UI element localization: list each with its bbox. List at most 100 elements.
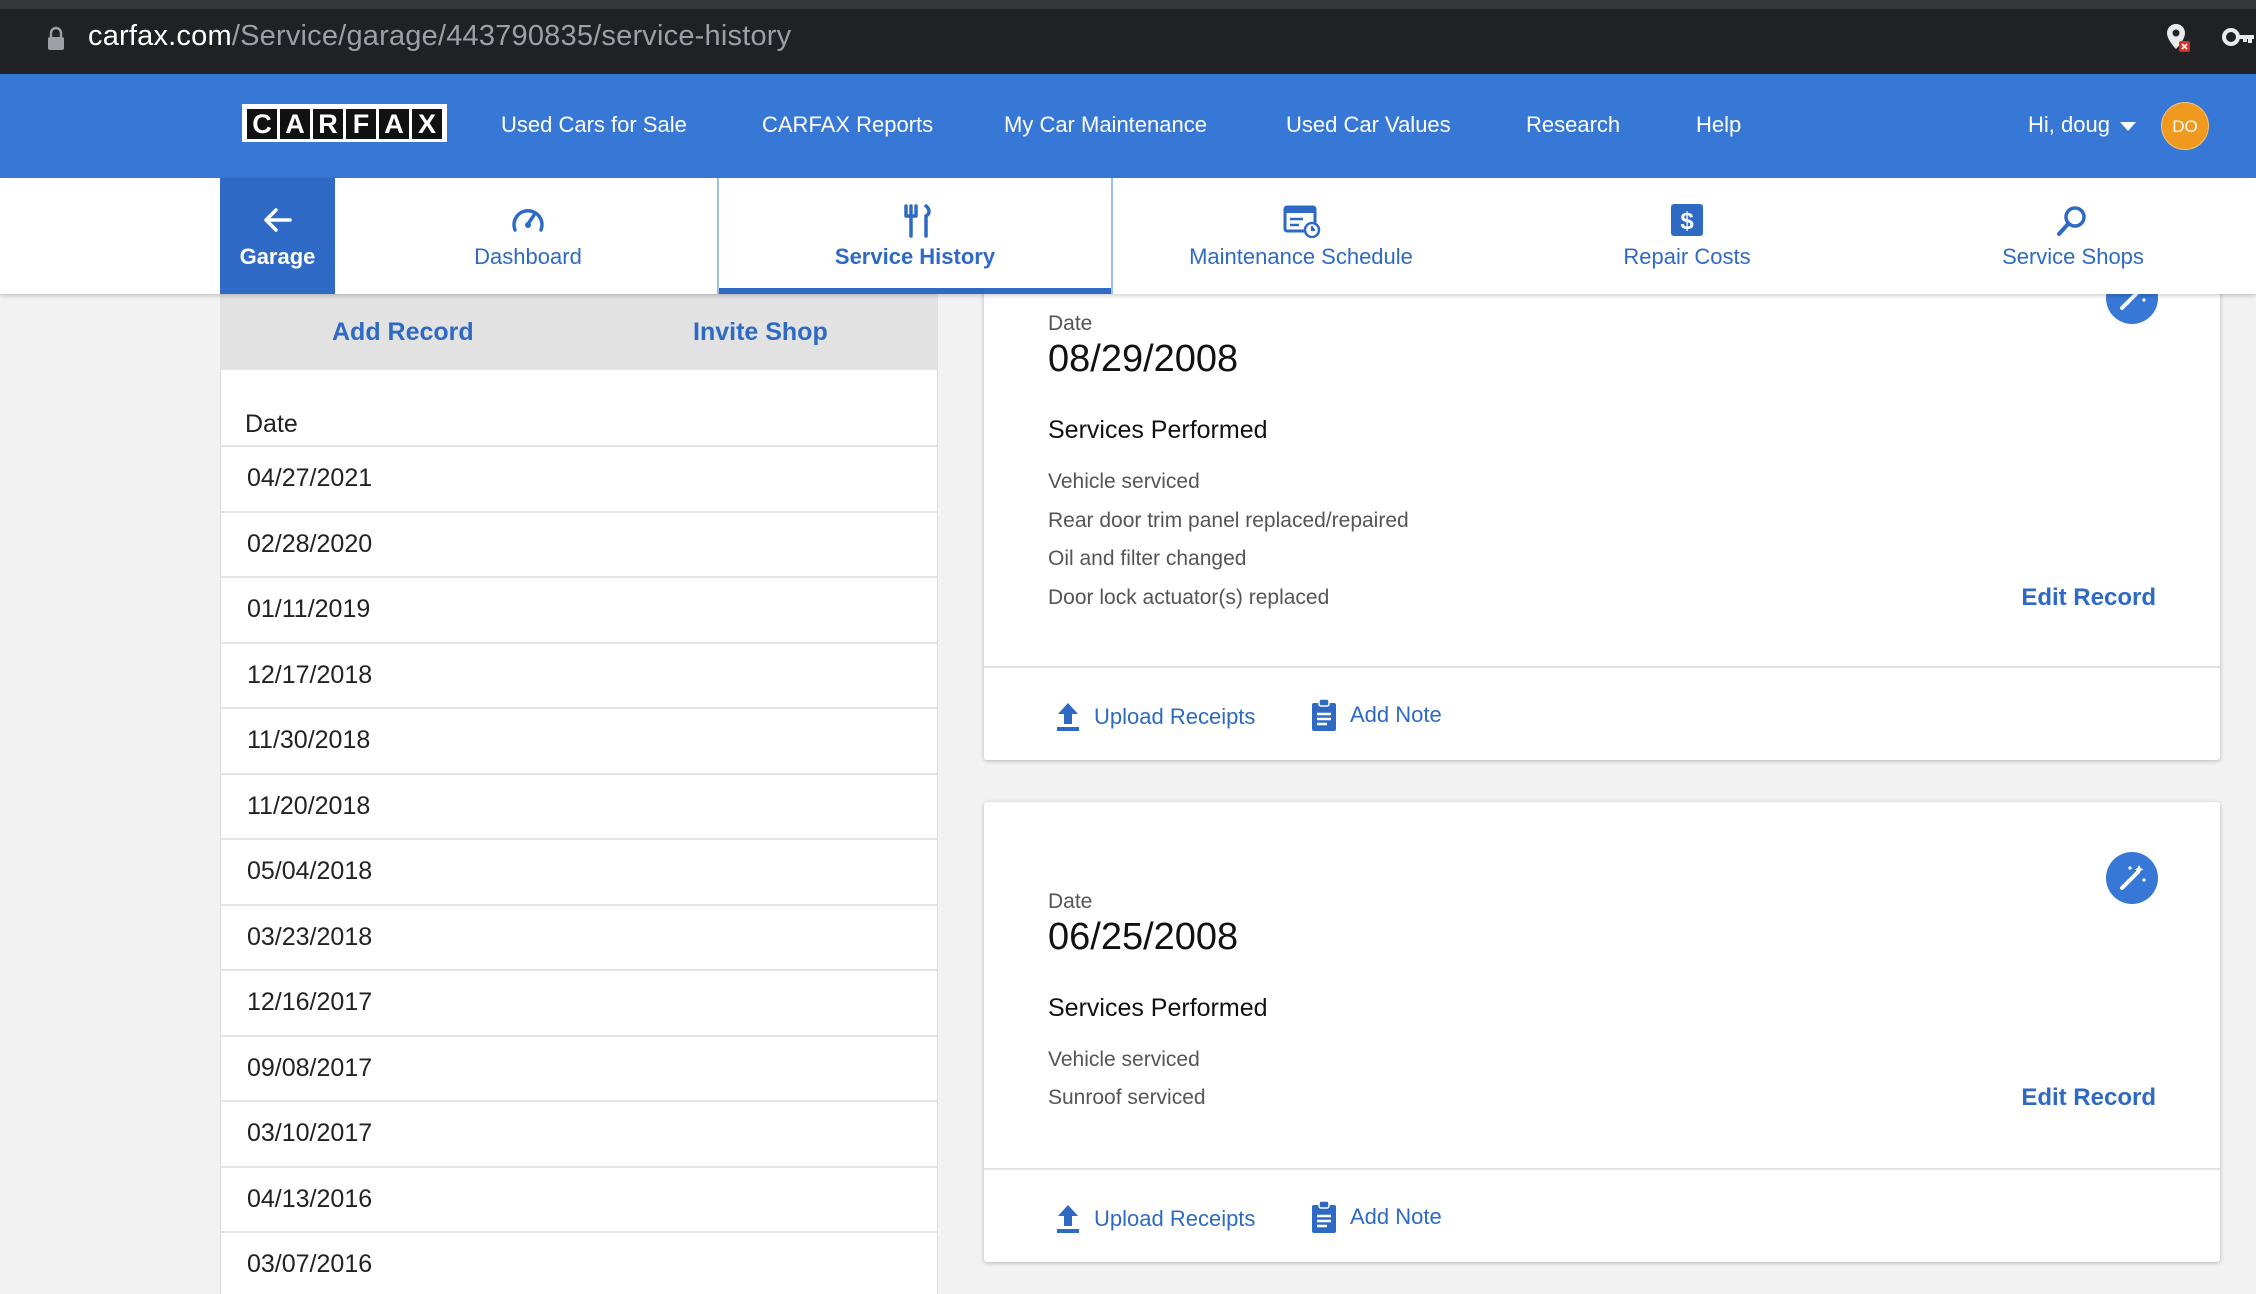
service-item: Sunroof serviced [1048, 1086, 1206, 1109]
dollar-icon: $ [1671, 204, 1703, 236]
avatar[interactable]: DO [2161, 102, 2209, 150]
upload-receipts-button[interactable]: Upload Receipts [1054, 1205, 1256, 1233]
garage-back-button[interactable]: Garage [220, 178, 335, 294]
add-note-button[interactable]: Add Note [1310, 698, 1442, 731]
url-path: /Service/garage/443790835/service-histor… [231, 20, 792, 52]
list-item[interactable]: 12/17/2018 [221, 642, 937, 708]
tools-icon [904, 204, 931, 238]
list-item[interactable]: 01/11/2019 [221, 576, 937, 642]
chevron-down-icon[interactable] [2120, 122, 2136, 131]
upload-icon [1057, 703, 1079, 731]
date-label: Date [1048, 312, 1093, 335]
tab-label: Repair Costs [1623, 244, 1751, 269]
wand-glyph [2120, 865, 2146, 890]
list-item[interactable]: 09/08/2017 [221, 1035, 937, 1101]
list-item[interactable]: 03/10/2017 [221, 1100, 937, 1166]
address-bar[interactable]: carfax.com/Service/garage/443790835/serv… [88, 20, 791, 53]
date-value: 12/16/2017 [247, 988, 373, 1016]
services-performed-title: Services Performed [1048, 416, 1268, 444]
user-menu[interactable]: Hi, doug [2028, 112, 2110, 138]
service-record-card: Date 08/29/2008 Services Performed Vehic… [984, 250, 2220, 760]
tab-label: Dashboard [474, 244, 582, 269]
tab-label: Service History [834, 244, 996, 269]
nav-help[interactable]: Help [1696, 112, 1741, 138]
date-value: 12/17/2018 [247, 661, 373, 689]
list-item[interactable]: 11/30/2018 [221, 707, 937, 773]
tab-label: Service Shops [2002, 244, 2144, 269]
date-value: 11/30/2018 [247, 726, 371, 754]
add-note-label: Add Note [1350, 1204, 1442, 1229]
record-actions-bar: Add Record Invite Shop [220, 294, 938, 370]
list-item[interactable]: 02/28/2020 [221, 511, 937, 577]
nav-research[interactable]: Research [1526, 112, 1620, 138]
logo-letter: A [280, 109, 310, 139]
logo-letter: R [313, 109, 343, 139]
date-value: 01/11/2019 [247, 595, 371, 623]
date-label: Date [1048, 890, 1093, 913]
list-item[interactable]: 03/23/2018 [221, 904, 937, 970]
date-column-header: Date [245, 410, 298, 438]
tab-service-history[interactable]: Service History [717, 178, 1113, 294]
logo-letter: A [379, 109, 409, 139]
card-divider [984, 1168, 2220, 1170]
browser-toolbar: carfax.com/Service/garage/443790835/serv… [0, 0, 2256, 74]
logo-letter: X [412, 109, 442, 139]
invite-shop-button[interactable]: Invite Shop [693, 318, 828, 347]
record-date: 06/25/2008 [1048, 916, 1239, 958]
tab-dashboard[interactable]: Dashboard [335, 178, 721, 294]
browser-tab-strip [0, 0, 2256, 9]
list-item[interactable]: 04/13/2016 [221, 1166, 937, 1232]
upload-receipts-label: Upload Receipts [1094, 704, 1256, 729]
date-value: 09/08/2017 [247, 1054, 373, 1082]
services-performed-title: Services Performed [1048, 994, 1268, 1022]
service-item: Door lock actuator(s) replaced [1048, 586, 1330, 609]
date-value: 02/28/2020 [247, 530, 373, 558]
carfax-logo[interactable]: C A R F A X [242, 104, 447, 142]
list-item[interactable]: 05/04/2018 [221, 838, 937, 904]
nav-carfax-reports[interactable]: CARFAX Reports [762, 112, 933, 138]
date-value: 03/07/2016 [247, 1250, 373, 1278]
upload-icon [1057, 1205, 1079, 1233]
garage-label: Garage [239, 244, 316, 269]
service-item: Vehicle serviced [1048, 470, 1200, 493]
tab-service-shops[interactable]: Service Shops [1885, 178, 2256, 294]
date-value: 04/27/2021 [247, 464, 373, 492]
add-note-button[interactable]: Add Note [1310, 1200, 1442, 1233]
clipboard-icon [1312, 698, 1336, 731]
active-tab-indicator [719, 288, 1111, 294]
upload-receipts-button[interactable]: Upload Receipts [1054, 703, 1256, 731]
location-blocked-icon[interactable] [2164, 22, 2192, 54]
nav-my-car-maintenance[interactable]: My Car Maintenance [1004, 112, 1207, 138]
list-item[interactable]: 12/16/2017 [221, 969, 937, 1035]
garage-tab-bar: Garage Dashboard Service History Mainten… [0, 178, 2256, 294]
edit-record-button[interactable]: Edit Record [2021, 584, 2156, 612]
speedometer-icon [512, 209, 544, 232]
service-item: Vehicle serviced [1048, 1048, 1200, 1071]
logo-letter: C [247, 109, 277, 139]
service-item: Rear door trim panel replaced/repaired [1048, 509, 1409, 532]
service-record-card: Date 06/25/2008 Services Performed Vehic… [984, 802, 2220, 1262]
svg-text:$: $ [1680, 208, 1694, 235]
list-item[interactable]: 04/27/2021 [221, 445, 937, 511]
list-item[interactable]: 11/20/2018 [221, 773, 937, 839]
magic-wand-icon[interactable] [2106, 852, 2158, 904]
edit-record-button[interactable]: Edit Record [2021, 1084, 2156, 1112]
nav-used-cars[interactable]: Used Cars for Sale [501, 112, 687, 138]
schedule-icon [1283, 205, 1321, 238]
list-item[interactable]: 03/07/2016 [221, 1231, 937, 1294]
card-divider [984, 666, 2220, 668]
service-item: Oil and filter changed [1048, 547, 1247, 570]
service-date-list: Date 04/27/2021 02/28/2020 01/11/2019 12… [220, 370, 938, 1294]
tab-maintenance-schedule[interactable]: Maintenance Schedule [1113, 178, 1489, 294]
key-icon[interactable] [2222, 24, 2256, 50]
record-date: 08/29/2008 [1048, 338, 1239, 380]
tab-label: Maintenance Schedule [1189, 244, 1413, 269]
site-header: C A R F A X Used Cars for Sale CARFAX Re… [0, 74, 2256, 178]
upload-receipts-label: Upload Receipts [1094, 1206, 1256, 1231]
date-value: 03/10/2017 [247, 1119, 373, 1147]
nav-used-car-values[interactable]: Used Car Values [1286, 112, 1451, 138]
tab-repair-costs[interactable]: $ Repair Costs [1489, 178, 1885, 294]
add-note-label: Add Note [1350, 702, 1442, 727]
date-value: 03/23/2018 [247, 923, 373, 951]
add-record-button[interactable]: Add Record [332, 318, 474, 347]
